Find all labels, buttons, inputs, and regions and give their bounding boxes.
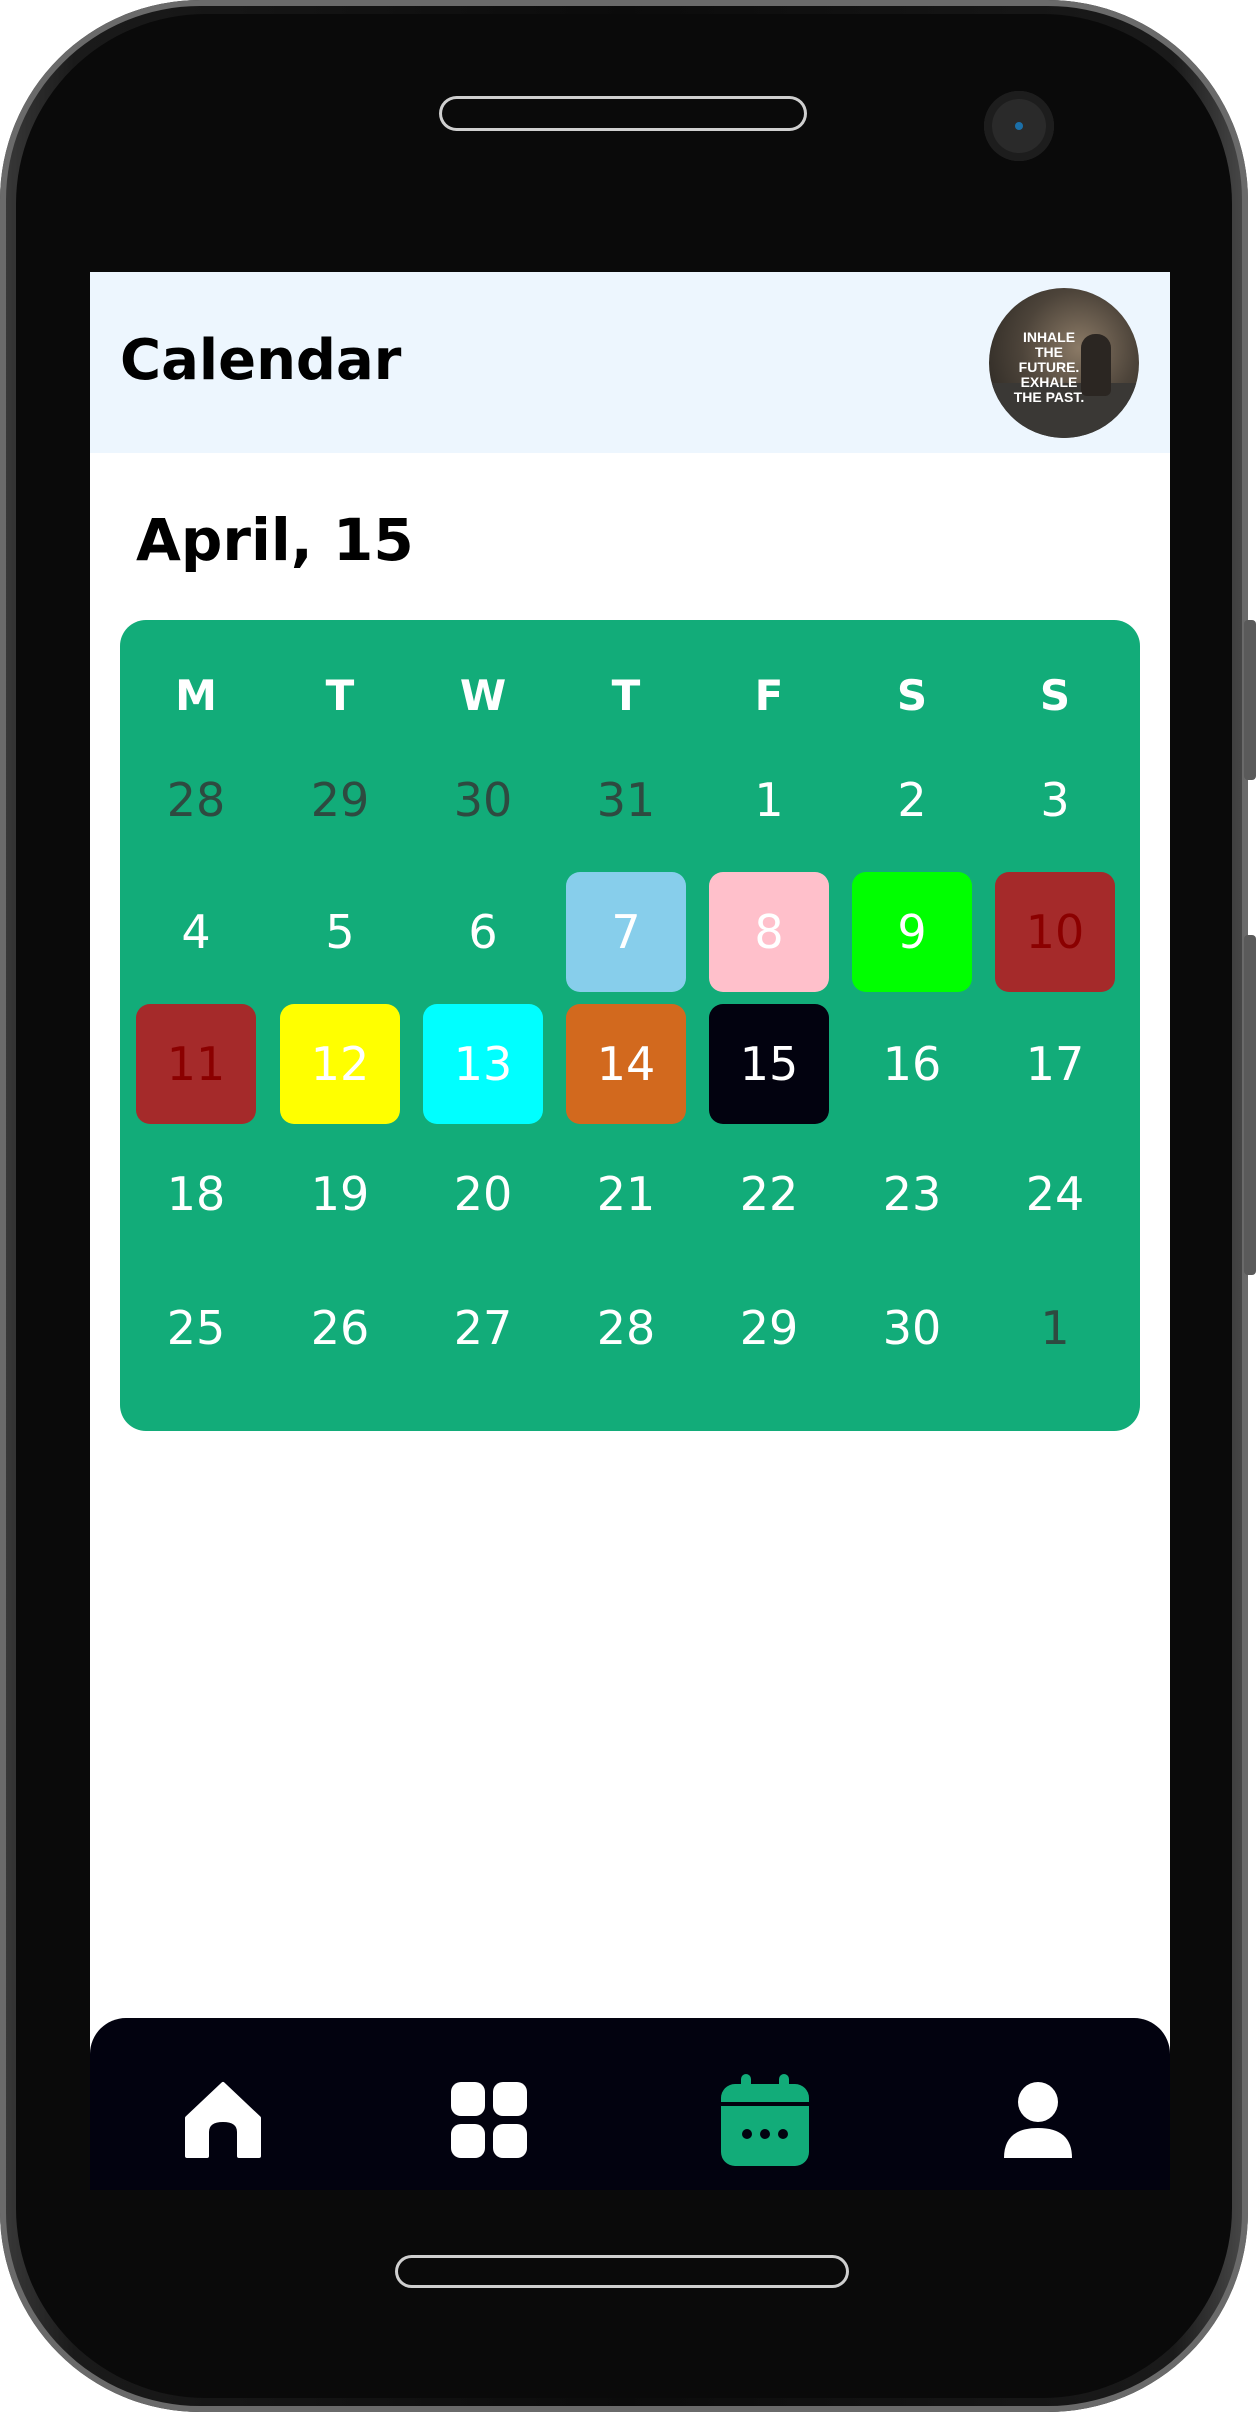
avatar-quote-line: INHALE — [1022, 329, 1076, 345]
weekday-label: S — [1039, 671, 1071, 720]
home-icon — [183, 2080, 263, 2160]
calendar-day[interactable]: 16 — [852, 1004, 972, 1124]
calendar-day[interactable]: 24 — [995, 1134, 1115, 1254]
calendar-day[interactable]: 9 — [852, 872, 972, 992]
bottom-navigation — [90, 2018, 1170, 2190]
calendar-day[interactable]: 19 — [280, 1134, 400, 1254]
calendar-day[interactable]: 7 — [566, 872, 686, 992]
nav-grid-button[interactable] — [439, 2070, 539, 2170]
calendar-day[interactable]: 2 — [852, 740, 972, 860]
calendar-day[interactable]: 17 — [995, 1004, 1115, 1124]
home-indicator — [398, 2258, 846, 2285]
volume-button — [1244, 620, 1256, 780]
calendar-day[interactable]: 1 — [995, 1268, 1115, 1388]
app-header: Calendar INHALE THE FUTURE. EXHALE THE P… — [90, 272, 1170, 453]
avatar-quote-line: THE PAST. — [1013, 389, 1085, 405]
calendar-day[interactable]: 23 — [852, 1134, 972, 1254]
avatar-quote: INHALE THE FUTURE. EXHALE THE PAST. — [1009, 330, 1089, 405]
calendar-icon — [717, 2072, 813, 2168]
weekday-label: F — [754, 671, 784, 720]
calendar-day[interactable]: 5 — [280, 872, 400, 992]
calendar-day-selected[interactable]: 15 — [709, 1004, 829, 1124]
calendar-day[interactable]: 26 — [280, 1268, 400, 1388]
profile-icon — [998, 2080, 1078, 2160]
nav-calendar-button[interactable] — [715, 2070, 815, 2170]
nav-home-button[interactable] — [173, 2070, 273, 2170]
calendar-day[interactable]: 20 — [423, 1134, 543, 1254]
front-camera — [984, 91, 1054, 161]
calendar-day[interactable]: 30 — [423, 740, 543, 860]
app-screen: Calendar INHALE THE FUTURE. EXHALE THE P… — [90, 272, 1170, 2190]
calendar-day[interactable]: 12 — [280, 1004, 400, 1124]
calendar-day[interactable]: 28 — [566, 1268, 686, 1388]
calendar-day[interactable]: 13 — [423, 1004, 543, 1124]
grid-icon — [449, 2080, 529, 2160]
calendar-day[interactable]: 18 — [136, 1134, 256, 1254]
calendar-day[interactable]: 31 — [566, 740, 686, 860]
weekday-label: M — [175, 671, 217, 720]
earpiece-speaker — [442, 99, 804, 128]
calendar-day[interactable]: 21 — [566, 1134, 686, 1254]
weekday-label: W — [459, 671, 507, 720]
calendar-day[interactable]: 27 — [423, 1268, 543, 1388]
weekday-label: S — [896, 671, 928, 720]
page-title: Calendar — [120, 328, 402, 393]
calendar-day[interactable]: 11 — [136, 1004, 256, 1124]
avatar[interactable]: INHALE THE FUTURE. EXHALE THE PAST. — [989, 288, 1139, 438]
weekday-label: T — [325, 671, 355, 720]
calendar-day[interactable]: 30 — [852, 1268, 972, 1388]
calendar-day[interactable]: 22 — [709, 1134, 829, 1254]
selected-date-heading: April, 15 — [136, 506, 414, 574]
weekday-label: T — [611, 671, 641, 720]
avatar-quote-line: THE FUTURE. — [1018, 344, 1080, 375]
calendar-grid: M T W T F S S 28 29 30 31 1 2 3 4 5 6 7 8 9 10 11 12 13 14 15 16 17… — [120, 620, 1140, 1431]
calendar-day[interactable]: 29 — [709, 1268, 829, 1388]
calendar-day[interactable]: 8 — [709, 872, 829, 992]
phone-frame: Calendar INHALE THE FUTURE. EXHALE THE P… — [0, 0, 1256, 2412]
calendar-day[interactable]: 10 — [995, 872, 1115, 992]
calendar-day[interactable]: 25 — [136, 1268, 256, 1388]
calendar-day[interactable]: 14 — [566, 1004, 686, 1124]
power-button — [1244, 935, 1256, 1275]
calendar-day[interactable]: 29 — [280, 740, 400, 860]
nav-profile-button[interactable] — [988, 2070, 1088, 2170]
calendar-day[interactable]: 1 — [709, 740, 829, 860]
calendar-day[interactable]: 4 — [136, 872, 256, 992]
avatar-quote-line: EXHALE — [1020, 374, 1078, 390]
calendar-day[interactable]: 28 — [136, 740, 256, 860]
calendar-day[interactable]: 6 — [423, 872, 543, 992]
calendar-day[interactable]: 3 — [995, 740, 1115, 860]
